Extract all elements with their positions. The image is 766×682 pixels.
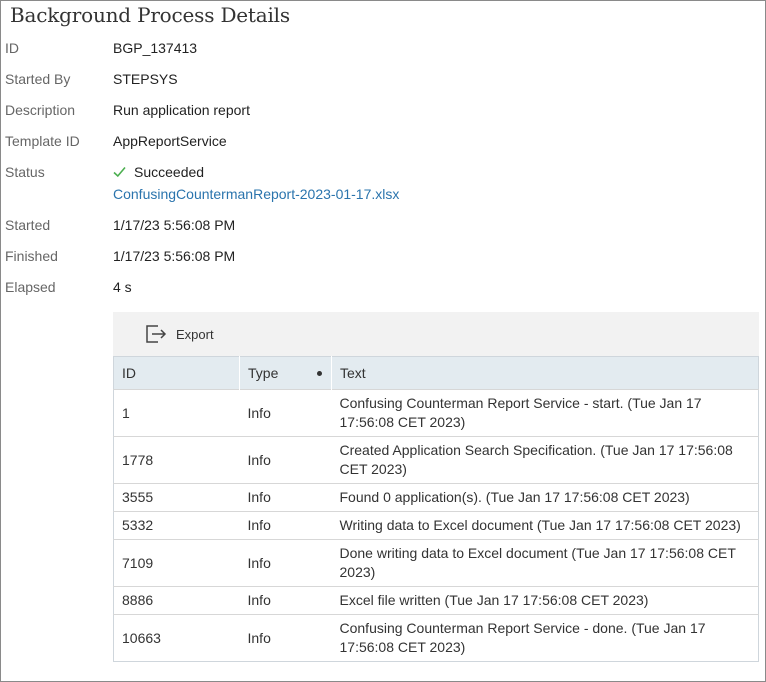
id-label: ID — [5, 40, 19, 56]
row-type: Info — [239, 586, 332, 615]
id-value: BGP_137413 — [113, 40, 198, 56]
started-value: 1/17/23 5:56:08 PM — [113, 217, 236, 233]
status-label: Status — [5, 164, 45, 180]
row-text: Confusing Counterman Report Service - do… — [331, 614, 759, 662]
row-id: 5332 — [113, 511, 240, 540]
export-label: Export — [176, 326, 214, 342]
column-header-text[interactable]: Text — [331, 356, 759, 390]
row-id: 3555 — [113, 483, 240, 512]
log-panel: Export ID Type Text 1 Info Confusing Cou… — [113, 312, 759, 662]
page-title: Background Process Details — [10, 3, 290, 27]
row-type: Info — [239, 436, 332, 484]
column-header-type-label: Type — [248, 365, 279, 381]
table-row[interactable]: 1778 Info Created Application Search Spe… — [113, 436, 759, 484]
export-icon — [146, 325, 167, 343]
row-text: Writing data to Excel document (Tue Jan … — [331, 511, 759, 540]
row-id: 8886 — [113, 586, 240, 615]
sort-indicator-icon — [317, 371, 322, 376]
template-id-value: AppReportService — [113, 133, 227, 149]
row-text: Done writing data to Excel document (Tue… — [331, 539, 759, 587]
description-label: Description — [5, 102, 76, 118]
row-type: Info — [239, 511, 332, 540]
table-row[interactable]: 1 Info Confusing Counterman Report Servi… — [113, 389, 759, 437]
column-header-id[interactable]: ID — [113, 356, 240, 390]
export-button[interactable]: Export — [145, 323, 214, 345]
table-row[interactable]: 3555 Info Found 0 application(s). (Tue J… — [113, 483, 759, 512]
row-id: 1778 — [113, 436, 240, 484]
log-table: ID Type Text 1 Info Confusing Counterman… — [113, 356, 759, 662]
started-label: Started — [5, 217, 51, 233]
row-id: 1 — [113, 389, 240, 437]
status-block: Succeeded ConfusingCountermanReport-2023… — [113, 164, 399, 202]
report-file-link[interactable]: ConfusingCountermanReport-2023-01-17.xls… — [113, 186, 399, 202]
finished-label: Finished — [5, 248, 58, 264]
template-id-label: Template ID — [5, 133, 80, 149]
started-by-label: Started By — [5, 71, 71, 87]
elapsed-label: Elapsed — [5, 279, 56, 295]
table-row[interactable]: 7109 Info Done writing data to Excel doc… — [113, 539, 759, 587]
description-value: Run application report — [113, 102, 250, 118]
row-type: Info — [239, 483, 332, 512]
column-header-type[interactable]: Type — [239, 356, 332, 390]
check-icon — [113, 166, 126, 178]
log-toolbar: Export — [113, 312, 759, 356]
row-type: Info — [239, 614, 332, 662]
row-text: Found 0 application(s). (Tue Jan 17 17:5… — [331, 483, 759, 512]
row-type: Info — [239, 389, 332, 437]
row-text: Excel file written (Tue Jan 17 17:56:08 … — [331, 586, 759, 615]
row-type: Info — [239, 539, 332, 587]
row-text: Created Application Search Specification… — [331, 436, 759, 484]
finished-value: 1/17/23 5:56:08 PM — [113, 248, 236, 264]
row-id: 7109 — [113, 539, 240, 587]
elapsed-value: 4 s — [113, 279, 132, 295]
row-id: 10663 — [113, 614, 240, 662]
status-line: Succeeded — [113, 164, 399, 180]
table-row[interactable]: 8886 Info Excel file written (Tue Jan 17… — [113, 586, 759, 615]
started-by-value: STEPSYS — [113, 71, 178, 87]
row-text: Confusing Counterman Report Service - st… — [331, 389, 759, 437]
table-row[interactable]: 10663 Info Confusing Counterman Report S… — [113, 614, 759, 662]
status-value: Succeeded — [134, 164, 205, 180]
table-row[interactable]: 5332 Info Writing data to Excel document… — [113, 511, 759, 540]
